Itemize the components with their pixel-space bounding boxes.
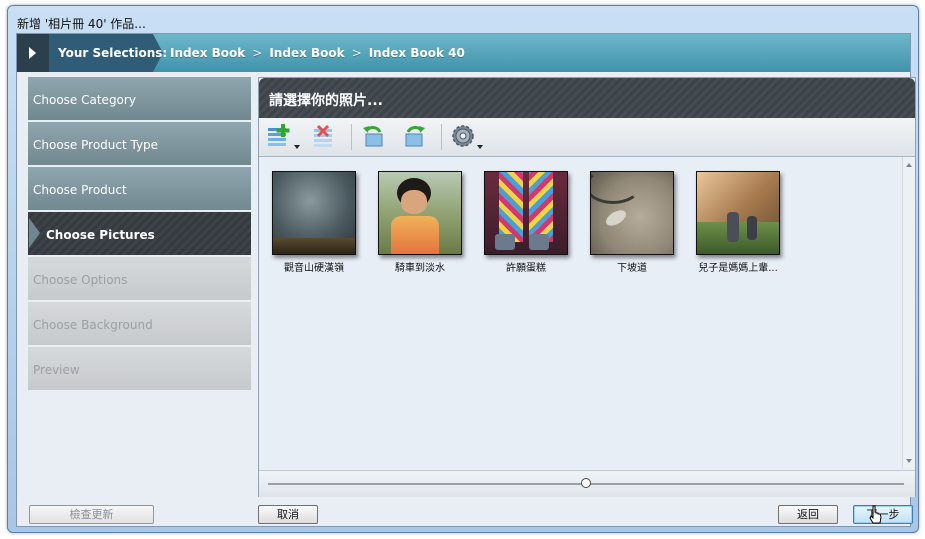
- breadcrumb-item[interactable]: Index Book: [269, 46, 344, 60]
- app-window: 新增 '相片冊 40' 作品... Your Selections: Index…: [7, 5, 919, 533]
- rotate-left-icon: [363, 126, 383, 147]
- photo-caption: 觀音山硬漢嶺: [284, 263, 344, 274]
- step-label: Choose Product: [33, 183, 127, 197]
- photo-thumbnail: [484, 171, 568, 255]
- back-button[interactable]: 返回: [778, 505, 838, 524]
- step-label: Preview: [33, 363, 80, 377]
- window-title: 新增 '相片冊 40' 作品...: [17, 17, 146, 31]
- step-label: Choose Category: [33, 93, 136, 107]
- panel-header: 請選擇你的照片...: [259, 78, 915, 118]
- cancel-button[interactable]: 取消: [258, 505, 318, 524]
- step-choose-category[interactable]: Choose Category: [28, 77, 251, 120]
- step-preview: Preview: [28, 347, 251, 390]
- step-label: Choose Pictures: [46, 228, 155, 242]
- breadcrumb-item[interactable]: Index Book: [170, 46, 245, 60]
- step-choose-pictures[interactable]: Choose Pictures: [28, 212, 251, 255]
- settings-gear-icon: [452, 125, 474, 147]
- breadcrumb-separator: >: [252, 46, 263, 60]
- step-choose-product[interactable]: Choose Product: [28, 167, 251, 210]
- photo-item[interactable]: 騎車到淡水: [378, 171, 462, 274]
- step-label: Choose Product Type: [33, 138, 159, 152]
- photo-thumbnail: [696, 171, 780, 255]
- mouse-cursor-icon: [869, 505, 882, 524]
- breadcrumb-label: Your Selections:: [58, 46, 168, 60]
- photo-thumbnail: [272, 171, 356, 255]
- photo-toolbar: [259, 118, 915, 157]
- step-choose-options: Choose Options: [28, 257, 251, 300]
- rotate-right-button[interactable]: [400, 122, 428, 150]
- scroll-up-arrow-icon[interactable]: [906, 163, 912, 167]
- photo-gallery: 觀音山硬漢嶺 騎車到淡水 許願蛋糕 下坡道 兒子是媽媽上輩...: [259, 157, 903, 469]
- play-arrow-icon: [29, 47, 36, 59]
- toolbar-separator: [441, 124, 442, 150]
- current-step-arrow-icon: [29, 218, 40, 248]
- step-label: Choose Options: [33, 273, 128, 287]
- photo-item[interactable]: 許願蛋糕: [484, 171, 568, 274]
- photo-caption: 許願蛋糕: [506, 263, 546, 274]
- photo-thumbnail: [590, 171, 674, 255]
- photo-item[interactable]: 觀音山硬漢嶺: [272, 171, 356, 274]
- photo-thumbnail: [378, 171, 462, 255]
- zoom-bar: [259, 470, 915, 497]
- step-choose-background: Choose Background: [28, 302, 251, 345]
- check-update-button[interactable]: 檢查更新: [29, 505, 154, 524]
- rotate-left-button[interactable]: [360, 122, 388, 150]
- settings-button[interactable]: [449, 122, 483, 150]
- breadcrumb-toggle-button[interactable]: [17, 34, 49, 72]
- remove-photo-button[interactable]: [310, 122, 338, 150]
- scroll-down-arrow-icon[interactable]: [906, 459, 912, 463]
- pictures-panel: 請選擇你的照片... 觀音山硬漢嶺 騎車到淡水 許願蛋糕 下坡道 兒子是媽媽上輩…: [258, 77, 916, 497]
- toolbar-separator: [351, 124, 352, 150]
- photo-item[interactable]: 下坡道: [590, 171, 674, 274]
- step-label: Choose Background: [33, 318, 153, 332]
- zoom-slider-handle[interactable]: [581, 478, 591, 488]
- steps-sidebar: Choose Category Choose Product Type Choo…: [28, 77, 251, 392]
- photo-caption: 下坡道: [617, 263, 647, 274]
- window-client: Your Selections: Index Book > Index Book > I…: [16, 33, 916, 527]
- breadcrumb-path: Index Book > Index Book > Index Book 40: [170, 46, 465, 60]
- dropdown-arrow-icon: [477, 145, 483, 149]
- step-choose-product-type[interactable]: Choose Product Type: [28, 122, 251, 165]
- photo-item[interactable]: 兒子是媽媽上輩...: [696, 171, 780, 274]
- rotate-right-icon: [405, 126, 425, 147]
- add-photo-button[interactable]: [266, 122, 300, 150]
- remove-photo-icon: [314, 124, 332, 147]
- photo-caption: 兒子是媽媽上輩...: [698, 263, 778, 274]
- breadcrumb: Your Selections: Index Book > Index Book > I…: [17, 34, 910, 72]
- panel-title: 請選擇你的照片...: [269, 93, 383, 109]
- breadcrumb-item[interactable]: Index Book 40: [369, 46, 465, 60]
- dropdown-arrow-icon: [294, 145, 300, 149]
- add-photo-icon: [268, 124, 290, 146]
- gallery-scrollbar[interactable]: [902, 157, 915, 469]
- photo-caption: 騎車到淡水: [395, 263, 445, 274]
- breadcrumb-separator: >: [351, 46, 362, 60]
